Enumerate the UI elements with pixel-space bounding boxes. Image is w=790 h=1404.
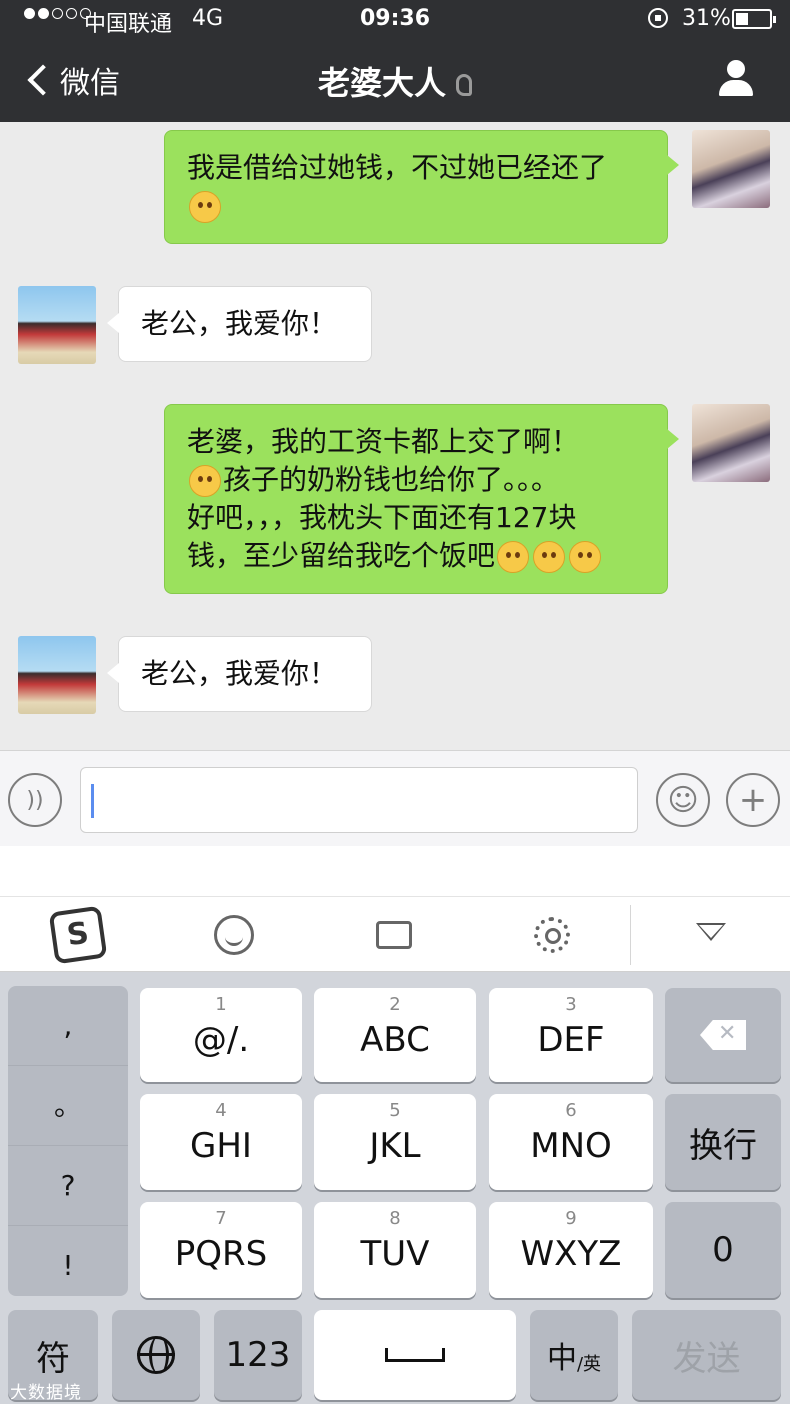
globe-icon bbox=[137, 1336, 175, 1374]
punctuation-column: , 。 ? ! bbox=[8, 986, 128, 1296]
emoji-icon bbox=[189, 191, 221, 223]
ime-toolbar: S bbox=[0, 896, 790, 972]
emoji-icon bbox=[189, 465, 221, 497]
punct-key[interactable]: ! bbox=[8, 1226, 128, 1306]
emoji-icon bbox=[497, 541, 530, 573]
key-3[interactable]: 3 DEF bbox=[489, 988, 653, 1082]
my-avatar[interactable] bbox=[692, 130, 770, 208]
chat-title-text: 老婆大人 bbox=[317, 64, 446, 102]
send-key[interactable]: 发送 bbox=[632, 1310, 781, 1400]
key-5[interactable]: 5 JKL bbox=[314, 1094, 476, 1190]
key-7[interactable]: 7 PQRS bbox=[140, 1202, 302, 1298]
space-icon bbox=[385, 1348, 445, 1362]
keyboard-icon[interactable] bbox=[376, 921, 412, 949]
chat-title: 老婆大人 bbox=[0, 58, 790, 104]
punct-key[interactable]: ? bbox=[8, 1146, 128, 1226]
status-time: 09:36 bbox=[359, 6, 431, 31]
language-toggle-key[interactable]: 中/英 bbox=[530, 1310, 618, 1400]
message-text: 老公，我爱你！ bbox=[141, 307, 338, 340]
message-text: 我是借给过她钱，不过她已经还了 bbox=[187, 151, 608, 184]
input-bar: )) ☺ + bbox=[0, 750, 790, 846]
collapse-keyboard-icon[interactable] bbox=[696, 923, 726, 953]
emoji-icon bbox=[533, 541, 566, 573]
top-bar: 中国联通 4G 09:36 31% 微信 老婆大人 bbox=[0, 0, 790, 122]
status-bar: 中国联通 4G 09:36 31% bbox=[0, 0, 790, 40]
contact-avatar[interactable] bbox=[18, 636, 96, 714]
battery-percent: 31% bbox=[682, 6, 731, 31]
key-8[interactable]: 8 TUV bbox=[314, 1202, 476, 1298]
message-text-line: 老婆，我的工资卡都上交了啊！ bbox=[187, 425, 580, 458]
numbers-key[interactable]: 123 bbox=[214, 1310, 302, 1400]
toolbar-divider bbox=[630, 905, 631, 965]
message-list[interactable]: 我是借给过她钱，不过她已经还了 老公，我爱你！ 老婆，我的工资卡都上交了啊！ 孩… bbox=[0, 122, 790, 750]
watermark: 大数据境 bbox=[10, 1383, 82, 1403]
emoticon-icon[interactable] bbox=[214, 915, 254, 955]
key-6[interactable]: 6 MNO bbox=[489, 1094, 653, 1190]
key-2[interactable]: 2 ABC bbox=[314, 988, 476, 1082]
more-options-button[interactable]: + bbox=[726, 773, 780, 827]
text-caret bbox=[91, 784, 94, 818]
voice-input-button[interactable]: )) bbox=[8, 773, 62, 827]
keyboard-candidate-area bbox=[0, 846, 790, 896]
key-9[interactable]: 9 WXYZ bbox=[489, 1202, 653, 1298]
my-avatar[interactable] bbox=[692, 404, 770, 482]
plus-icon: + bbox=[738, 780, 768, 820]
space-key[interactable] bbox=[314, 1310, 516, 1400]
emoji-icon bbox=[569, 541, 602, 573]
message-text-line: 孩子的奶粉钱也给你了。。。 bbox=[223, 463, 560, 496]
keyboard: , 。 ? ! 1 @/. 2 ABC 3 DEF 4 GHI 5 JKL 6 … bbox=[0, 972, 790, 1404]
settings-gear-icon[interactable] bbox=[534, 917, 570, 953]
earpiece-mode-icon bbox=[456, 74, 472, 96]
emoji-button[interactable]: ☺ bbox=[656, 773, 710, 827]
return-key[interactable]: 换行 bbox=[665, 1094, 781, 1190]
battery-icon bbox=[732, 9, 776, 29]
smiley-icon: ☺ bbox=[667, 782, 699, 818]
punct-key[interactable]: , bbox=[8, 986, 128, 1066]
chat-info-button[interactable] bbox=[716, 60, 756, 100]
delete-key[interactable] bbox=[665, 988, 781, 1082]
voice-icon: )) bbox=[26, 787, 44, 813]
message-bubble-received[interactable]: 老公，我爱你！ bbox=[107, 636, 372, 712]
message-bubble-sent[interactable]: 我是借给过她钱，不过她已经还了 bbox=[164, 130, 679, 244]
sogou-logo-icon[interactable]: S bbox=[48, 905, 108, 965]
backspace-icon bbox=[700, 1020, 746, 1050]
key-4[interactable]: 4 GHI bbox=[140, 1094, 302, 1190]
message-text-line: 钱，至少留给我吃个饭吧 bbox=[187, 539, 496, 572]
message-bubble-sent[interactable]: 老婆，我的工资卡都上交了啊！ 孩子的奶粉钱也给你了。。。 好吧，，，我枕头下面还… bbox=[164, 404, 679, 594]
message-text: 老公，我爱你！ bbox=[141, 657, 338, 690]
key-0[interactable]: 0 bbox=[665, 1202, 781, 1298]
rotation-lock-icon bbox=[648, 8, 668, 28]
globe-key[interactable] bbox=[112, 1310, 200, 1400]
message-text-line: 好吧，，，我枕头下面还有127块 bbox=[187, 501, 577, 534]
person-icon bbox=[727, 60, 745, 78]
punct-key[interactable]: 。 bbox=[8, 1066, 128, 1146]
key-1[interactable]: 1 @/. bbox=[140, 988, 302, 1082]
contact-avatar[interactable] bbox=[18, 286, 96, 364]
message-bubble-received[interactable]: 老公，我爱你！ bbox=[107, 286, 372, 362]
message-input[interactable] bbox=[80, 767, 638, 833]
